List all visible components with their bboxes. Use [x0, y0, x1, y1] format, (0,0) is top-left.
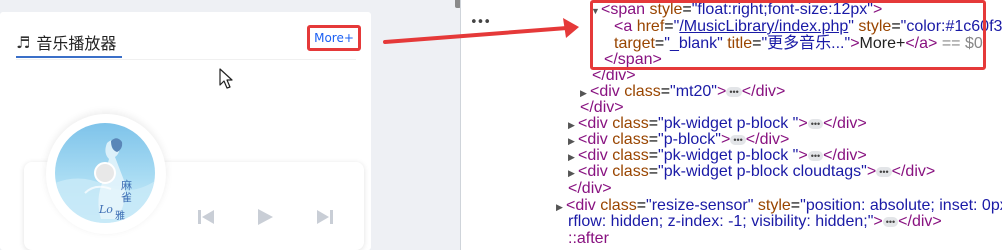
- dom-node-resize-sensor-cont[interactable]: rflow: hidden; z-index: -1; visibility: …: [568, 214, 942, 230]
- dom-node-div-p-block[interactable]: ▶ <div class="p-block"> ••• </div>: [568, 132, 789, 148]
- svg-text:雀: 雀: [121, 191, 132, 204]
- album-center-hole: [94, 162, 116, 184]
- screenshot-root: ♬ 音乐播放器 More+ 麻 雀 Lo 雅 ••• ▼<span style=…: [0, 0, 1002, 250]
- play-icon[interactable]: [253, 207, 277, 227]
- dom-node-div-close-3[interactable]: </div>: [568, 181, 612, 197]
- widget-header: ♬ 音乐播放器: [16, 28, 123, 58]
- mouse-cursor-icon: [219, 68, 233, 89]
- svg-text:麻: 麻: [121, 178, 132, 192]
- music-note-icon: ♬: [16, 32, 31, 52]
- svg-text:Lo: Lo: [98, 203, 113, 216]
- collapsed-ellipsis-icon[interactable]: •••: [726, 86, 742, 97]
- dom-node-div-cloudtags[interactable]: ▶ <div class="pk-widget p-block cloudtags…: [568, 164, 935, 180]
- expand-triangle-icon[interactable]: ▶: [556, 199, 566, 215]
- expand-triangle-icon[interactable]: ▶: [568, 117, 578, 133]
- dom-node-div-mt20[interactable]: ▶ <div class="mt20"> ••• </div>: [580, 84, 785, 100]
- expand-triangle-icon[interactable]: ▶: [568, 165, 578, 181]
- collapsed-ellipsis-icon[interactable]: •••: [807, 118, 824, 129]
- dom-node-div-pk-widget-2[interactable]: ▶ <div class="pk-widget p-block "> ••• </di…: [568, 148, 867, 164]
- widget-header-divider: [16, 59, 356, 60]
- collapsed-ellipsis-icon[interactable]: •••: [876, 166, 892, 177]
- dom-node-div-close[interactable]: </div>: [592, 68, 636, 84]
- collapsed-ellipsis-icon[interactable]: •••: [882, 216, 899, 227]
- devtools-highlight-box: [590, 0, 986, 70]
- dom-node-div-resize-sensor[interactable]: ▶ <div class="resize-sensor" style="posit…: [556, 198, 1002, 214]
- collapsed-ellipsis-icon[interactable]: •••: [807, 150, 824, 161]
- expand-triangle-icon[interactable]: ▶: [568, 149, 578, 165]
- dom-node-div-pk-widget[interactable]: ▶ <div class="pk-widget p-block "> ••• </di…: [568, 116, 867, 132]
- previous-track-icon[interactable]: [194, 207, 218, 227]
- expand-triangle-icon[interactable]: ▶: [568, 133, 578, 149]
- next-track-icon[interactable]: [313, 207, 337, 227]
- widget-title: 音乐播放器: [36, 34, 117, 53]
- collapsed-ellipsis-icon[interactable]: •••: [730, 134, 746, 145]
- dom-node-pseudo-after[interactable]: ::after: [568, 231, 609, 247]
- dom-node-div-close-2[interactable]: </div>: [580, 100, 624, 116]
- annotation-arrow-icon: [383, 18, 579, 44]
- more-music-link[interactable]: More+: [307, 25, 361, 51]
